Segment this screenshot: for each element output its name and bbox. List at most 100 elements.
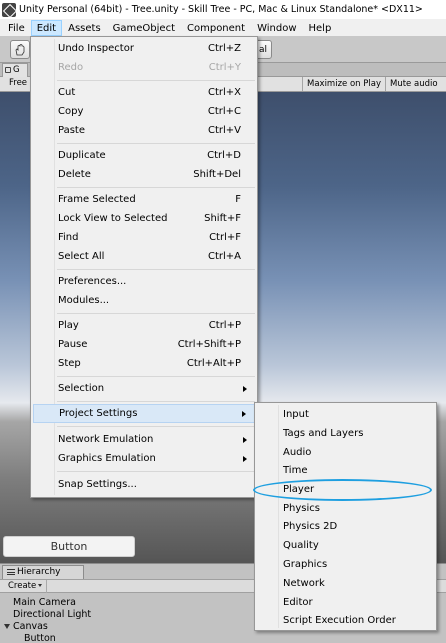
- submenu-item-physics[interactable]: Physics: [257, 499, 434, 518]
- submenu-arrow-icon: [243, 436, 247, 443]
- menu-item-cut[interactable]: Cut Ctrl+X: [33, 83, 255, 102]
- menu-item-label: Preferences...: [58, 276, 127, 287]
- menu-item-label: Graphics Emulation: [58, 453, 156, 464]
- game-ui-button[interactable]: Button: [3, 536, 135, 557]
- menu-item-shortcut: Ctrl+P: [208, 320, 241, 331]
- menu-item-project-settings[interactable]: Project Settings: [33, 404, 255, 423]
- menu-item-undo-inspector[interactable]: Undo Inspector Ctrl+Z: [33, 39, 255, 58]
- menu-item-label: Project Settings: [59, 408, 138, 419]
- tab-game[interactable]: G: [2, 63, 28, 77]
- project-settings-submenu: Input Tags and Layers Audio Time Player …: [254, 402, 437, 631]
- game-camera-icon: [5, 66, 11, 73]
- menu-file[interactable]: File: [2, 20, 31, 36]
- menu-assets[interactable]: Assets: [62, 20, 107, 36]
- submenu-item-label: Audio: [283, 447, 312, 458]
- menu-item-pause[interactable]: Pause Ctrl+Shift+P: [33, 335, 255, 354]
- submenu-item-label: Editor: [283, 597, 313, 608]
- menu-item-paste[interactable]: Paste Ctrl+V: [33, 121, 255, 140]
- menu-item-label: Play: [58, 320, 79, 331]
- menu-item-preferences[interactable]: Preferences...: [33, 272, 255, 291]
- submenu-item-audio[interactable]: Audio: [257, 443, 434, 462]
- expand-arrow-icon[interactable]: [4, 624, 10, 629]
- aspect-dropdown[interactable]: Free: [9, 78, 27, 88]
- submenu-item-tags-and-layers[interactable]: Tags and Layers: [257, 424, 434, 443]
- game-ui-button-label: Button: [50, 540, 88, 553]
- create-dropdown[interactable]: Create: [4, 580, 48, 593]
- menu-item-label: Undo Inspector: [58, 43, 134, 54]
- menu-item-label: Select All: [58, 251, 105, 262]
- submenu-item-network[interactable]: Network: [257, 574, 434, 593]
- menu-item-shortcut: Ctrl+C: [207, 106, 241, 117]
- menu-item-label: Pause: [58, 339, 88, 350]
- submenu-item-input[interactable]: Input: [257, 405, 434, 424]
- submenu-item-editor[interactable]: Editor: [257, 593, 434, 612]
- menu-item-label: Frame Selected: [58, 194, 136, 205]
- menu-item-label: Paste: [58, 125, 85, 136]
- menu-separator: [57, 401, 255, 402]
- edit-menu-dropdown: Undo Inspector Ctrl+Z Redo Ctrl+Y Cut Ct…: [30, 36, 258, 498]
- menu-separator: [57, 143, 255, 144]
- menu-item-label: Snap Settings...: [58, 479, 137, 490]
- menu-item-label: Lock View to Selected: [58, 213, 168, 224]
- menu-item-redo: Redo Ctrl+Y: [33, 58, 255, 77]
- unity-logo-icon: [2, 2, 16, 17]
- submenu-item-label: Tags and Layers: [283, 428, 364, 439]
- menu-item-selection[interactable]: Selection: [33, 379, 255, 398]
- menu-separator: [57, 376, 255, 377]
- menu-item-label: Find: [58, 232, 79, 243]
- menu-item-label: Cut: [58, 87, 76, 98]
- menu-item-select-all[interactable]: Select All Ctrl+A: [33, 247, 255, 266]
- menu-item-snap-settings[interactable]: Snap Settings...: [33, 475, 255, 494]
- menu-item-label: Redo: [58, 62, 84, 73]
- menu-item-shortcut: Ctrl+Y: [208, 62, 241, 73]
- menu-item-duplicate[interactable]: Duplicate Ctrl+D: [33, 146, 255, 165]
- mute-audio-toggle[interactable]: Mute audio: [385, 77, 442, 91]
- tab-game-label: G: [13, 65, 20, 75]
- menu-item-find[interactable]: Find Ctrl+F: [33, 228, 255, 247]
- menu-item-shortcut: Shift+Del: [193, 169, 241, 180]
- submenu-item-time[interactable]: Time: [257, 461, 434, 480]
- menu-item-delete[interactable]: Delete Shift+Del: [33, 165, 255, 184]
- menu-help[interactable]: Help: [303, 20, 338, 36]
- menu-item-modules[interactable]: Modules...: [33, 291, 255, 310]
- menu-item-shortcut: Ctrl+D: [207, 150, 241, 161]
- menu-item-frame-selected[interactable]: Frame Selected F: [33, 190, 255, 209]
- submenu-item-player[interactable]: Player: [257, 480, 434, 499]
- menu-item-shortcut: F: [235, 194, 241, 205]
- menu-separator: [57, 269, 255, 270]
- menu-item-shortcut: Ctrl+Alt+P: [186, 358, 241, 369]
- menu-gameobject[interactable]: GameObject: [107, 20, 181, 36]
- menu-item-label: Copy: [58, 106, 84, 117]
- menu-item-play[interactable]: Play Ctrl+P: [33, 316, 255, 335]
- menu-item-lock-view[interactable]: Lock View to Selected Shift+F: [33, 209, 255, 228]
- menu-separator: [57, 187, 255, 188]
- menu-item-graphics-emulation[interactable]: Graphics Emulation: [33, 449, 255, 468]
- chevron-down-icon: [38, 584, 43, 587]
- hierarchy-item-canvas-label: Canvas: [13, 621, 48, 632]
- submenu-item-physics-2d[interactable]: Physics 2D: [257, 517, 434, 536]
- menu-item-copy[interactable]: Copy Ctrl+C: [33, 102, 255, 121]
- hand-tool-button[interactable]: [10, 40, 30, 59]
- submenu-item-label: Time: [283, 465, 308, 476]
- menu-item-network-emulation[interactable]: Network Emulation: [33, 430, 255, 449]
- menu-item-shortcut: Ctrl+A: [207, 251, 241, 262]
- menu-component[interactable]: Component: [181, 20, 251, 36]
- menu-separator: [57, 313, 255, 314]
- menu-edit[interactable]: Edit: [30, 19, 63, 36]
- create-dropdown-label: Create: [8, 581, 37, 591]
- submenu-item-label: Input: [283, 409, 309, 420]
- tab-hierarchy[interactable]: Hierarchy: [2, 565, 84, 579]
- menu-window[interactable]: Window: [251, 20, 302, 36]
- submenu-item-script-execution-order[interactable]: Script Execution Order: [257, 611, 434, 630]
- menu-item-shortcut: Ctrl+V: [207, 125, 241, 136]
- menu-bar: File Edit Assets GameObject Component Wi…: [0, 19, 446, 36]
- hierarchy-item-button[interactable]: Button: [0, 633, 446, 643]
- menu-item-label: Modules...: [58, 295, 110, 306]
- submenu-item-label: Network: [283, 578, 325, 589]
- menu-item-shortcut: Ctrl+X: [207, 87, 241, 98]
- maximize-on-play-toggle[interactable]: Maximize on Play: [302, 77, 385, 91]
- submenu-item-quality[interactable]: Quality: [257, 536, 434, 555]
- submenu-item-graphics[interactable]: Graphics: [257, 555, 434, 574]
- menu-item-step[interactable]: Step Ctrl+Alt+P: [33, 354, 255, 373]
- menu-item-label: Network Emulation: [58, 434, 154, 445]
